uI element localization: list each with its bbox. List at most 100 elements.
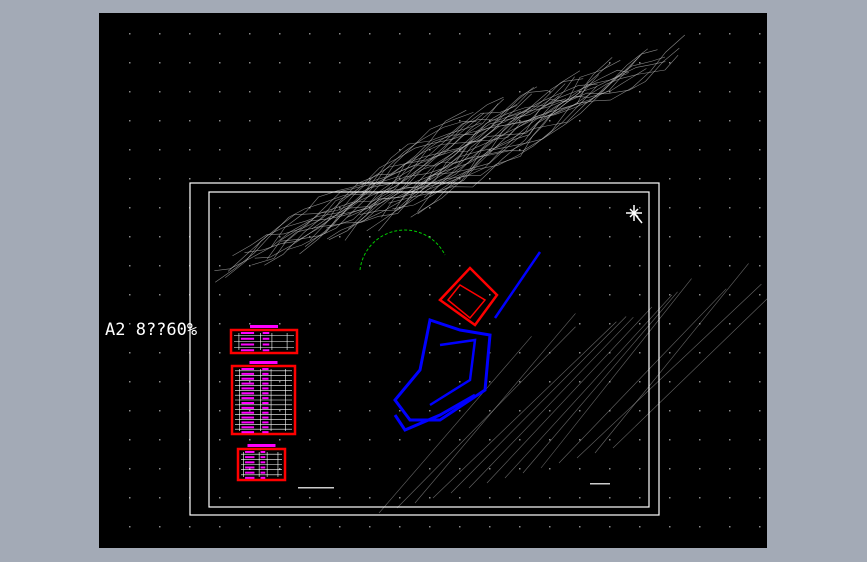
grid-dot xyxy=(159,33,161,35)
grid-dot xyxy=(699,352,701,354)
grid-dot xyxy=(309,33,311,35)
grid-dot xyxy=(279,62,281,64)
grid-dot xyxy=(549,468,551,470)
grid-dot xyxy=(129,178,131,180)
grid-dot xyxy=(459,468,461,470)
grid-dot xyxy=(759,468,761,470)
grid-dot xyxy=(639,410,641,412)
grid-dot xyxy=(159,62,161,64)
grid-dot xyxy=(309,149,311,151)
grid-dot xyxy=(759,91,761,93)
grid-dot xyxy=(639,439,641,441)
grid-dot xyxy=(429,381,431,383)
table-3-cell xyxy=(245,461,255,464)
blue-road xyxy=(493,251,542,319)
grid-dot xyxy=(279,526,281,528)
terrain-line xyxy=(522,291,678,474)
grid-dot xyxy=(339,236,341,238)
grid-dot xyxy=(699,294,701,296)
grid-dot xyxy=(129,265,131,267)
grid-dot xyxy=(459,381,461,383)
contour-line xyxy=(326,76,575,229)
grid-dot xyxy=(459,410,461,412)
grid-dot xyxy=(369,265,371,267)
grid-dot xyxy=(309,526,311,528)
grid-dot xyxy=(729,526,731,528)
grid-dot xyxy=(459,352,461,354)
grid-dot xyxy=(669,265,671,267)
grid-dot xyxy=(459,526,461,528)
grid-dot xyxy=(549,294,551,296)
grid-dot xyxy=(579,352,581,354)
grid-dot xyxy=(219,294,221,296)
grid-dot xyxy=(159,439,161,441)
grid-dot xyxy=(609,497,611,499)
contour-line xyxy=(309,98,567,241)
grid-dot xyxy=(279,33,281,35)
cad-viewport[interactable] xyxy=(99,13,767,548)
grid-dot xyxy=(459,323,461,325)
terrain-line xyxy=(558,288,727,464)
grid-dot xyxy=(339,149,341,151)
grid-dot xyxy=(699,91,701,93)
grid-dot xyxy=(399,439,401,441)
grid-dot xyxy=(219,381,221,383)
grid-dot xyxy=(759,33,761,35)
grid-dot xyxy=(399,468,401,470)
grid-dot xyxy=(279,265,281,267)
table-2-cell xyxy=(262,402,269,404)
table-1-cell xyxy=(240,332,255,334)
table-2-cell xyxy=(262,416,269,419)
grid-dot xyxy=(339,439,341,441)
grid-dot xyxy=(639,323,641,325)
grid-dot xyxy=(339,207,341,209)
table-1-cell xyxy=(240,337,255,340)
grid-dot xyxy=(129,33,131,35)
grid-dot xyxy=(549,497,551,499)
table-2-cell xyxy=(262,421,269,424)
table-3-cell xyxy=(260,476,266,479)
terrain-line xyxy=(576,283,762,459)
contour-line xyxy=(270,107,531,248)
grid-dot xyxy=(399,120,401,122)
grid-dot xyxy=(609,62,611,64)
grid-dot xyxy=(339,265,341,267)
contour-line xyxy=(311,83,566,230)
grid-dot xyxy=(219,526,221,528)
table-2-cell xyxy=(262,431,269,434)
grid-dot xyxy=(489,178,491,180)
green-arc xyxy=(359,229,446,271)
grid-dot xyxy=(279,497,281,499)
grid-dot xyxy=(549,149,551,151)
grid-dot xyxy=(699,439,701,441)
grid-dot xyxy=(519,33,521,35)
grid-dot xyxy=(339,526,341,528)
grid-dot xyxy=(459,265,461,267)
table-2-cell xyxy=(241,387,255,390)
grid-dot xyxy=(519,265,521,267)
grid-dot xyxy=(459,62,461,64)
grid-dot xyxy=(249,265,251,267)
grid-dot xyxy=(189,120,191,122)
grid-dot xyxy=(609,265,611,267)
grid-dot xyxy=(669,178,671,180)
grid-dot xyxy=(159,410,161,412)
grid-dot xyxy=(519,62,521,64)
table-3-title xyxy=(247,444,276,447)
grid-dot xyxy=(669,62,671,64)
grid-dot xyxy=(159,120,161,122)
grid-dot xyxy=(369,323,371,325)
grid-dot xyxy=(159,497,161,499)
grid-dot xyxy=(669,439,671,441)
grid-dot xyxy=(639,526,641,528)
grid-dot xyxy=(369,526,371,528)
grid-dot xyxy=(279,178,281,180)
grid-dot xyxy=(549,236,551,238)
grid-dot xyxy=(729,62,731,64)
grid-dot xyxy=(669,91,671,93)
grid-dot xyxy=(399,294,401,296)
grid-dot xyxy=(489,62,491,64)
grid-dot xyxy=(759,352,761,354)
grid-dot xyxy=(699,149,701,151)
contour-line xyxy=(225,121,477,278)
